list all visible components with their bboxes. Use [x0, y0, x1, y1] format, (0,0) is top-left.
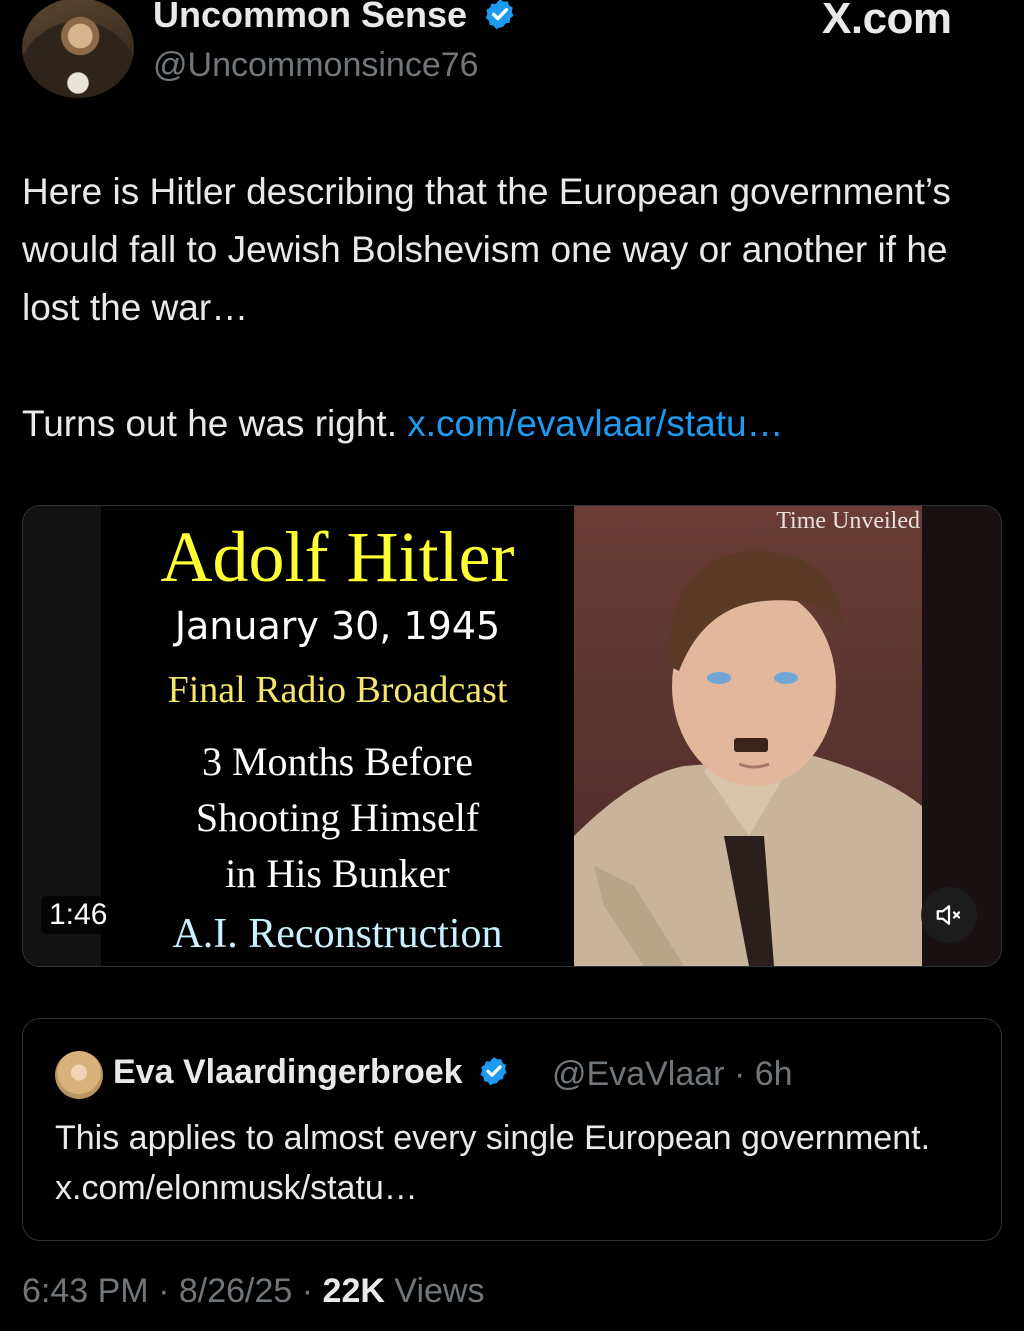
- quoted-handle[interactable]: @EvaVlaar: [552, 1055, 724, 1093]
- tweet-footer: 6:43 PM · 8/26/25 · 22K Views: [22, 1272, 485, 1310]
- verified-badge-icon: [485, 0, 514, 30]
- mute-toggle-button[interactable]: [921, 887, 977, 943]
- thumbnail-broadcast: Final Radio Broadcast: [167, 669, 508, 711]
- tweet-text: Here is Hitler describing that the Europ…: [22, 163, 1002, 453]
- author-avatar[interactable]: [22, 0, 134, 98]
- author-handle[interactable]: @Uncommonsince76: [153, 46, 479, 85]
- tweet-time[interactable]: 6:43 PM: [22, 1272, 149, 1310]
- video-duration: 1:46: [41, 896, 116, 934]
- x-watermark: X.com: [822, 0, 952, 43]
- author-display-name[interactable]: Uncommon Sense: [153, 0, 517, 36]
- thumbnail-title: Adolf Hitler: [160, 517, 515, 597]
- video-player[interactable]: Adolf Hitler January 30, 1945 Final Radi…: [22, 505, 1002, 967]
- thumbnail-subtitle: 3 Months Before Shooting Himself in His …: [195, 739, 480, 896]
- channel-label: Time Unveiled: [776, 508, 920, 534]
- video-thumbnail-portrait: Time Unveiled: [574, 506, 922, 966]
- speaker-muted-icon: [936, 905, 961, 925]
- thumbnail-ai-label: A.I. Reconstruction: [172, 911, 503, 957]
- quoted-author-avatar[interactable]: [55, 1051, 103, 1099]
- tweet-date[interactable]: 8/26/25: [179, 1272, 292, 1310]
- quoted-time[interactable]: 6h: [755, 1055, 793, 1093]
- portrait-illustration: [574, 550, 922, 966]
- quoted-tweet-text: This applies to almost every single Euro…: [55, 1119, 931, 1207]
- tweet-text-paragraph-2: Turns out he was right. x.com/evavlaar/s…: [22, 403, 784, 444]
- tweet-text-paragraph-1: Here is Hitler describing that the Europ…: [22, 171, 951, 328]
- quoted-tweet-card[interactable]: Eva Vlaardingerbroek @EvaVlaar · 6h This…: [22, 1018, 1002, 1241]
- views-label: Views: [394, 1272, 485, 1310]
- video-thumbnail-text-panel: Adolf Hitler January 30, 1945 Final Radi…: [101, 506, 574, 966]
- quoted-verified-badge-icon: [480, 1057, 507, 1086]
- tweet-link[interactable]: x.com/evavlaar/statu…: [407, 403, 783, 444]
- thumbnail-date: January 30, 1945: [174, 604, 501, 648]
- views-count[interactable]: 22K: [323, 1272, 385, 1310]
- quoted-meta: @EvaVlaar · 6h: [552, 1055, 793, 1093]
- quoted-author-name[interactable]: Eva Vlaardingerbroek: [113, 1053, 510, 1092]
